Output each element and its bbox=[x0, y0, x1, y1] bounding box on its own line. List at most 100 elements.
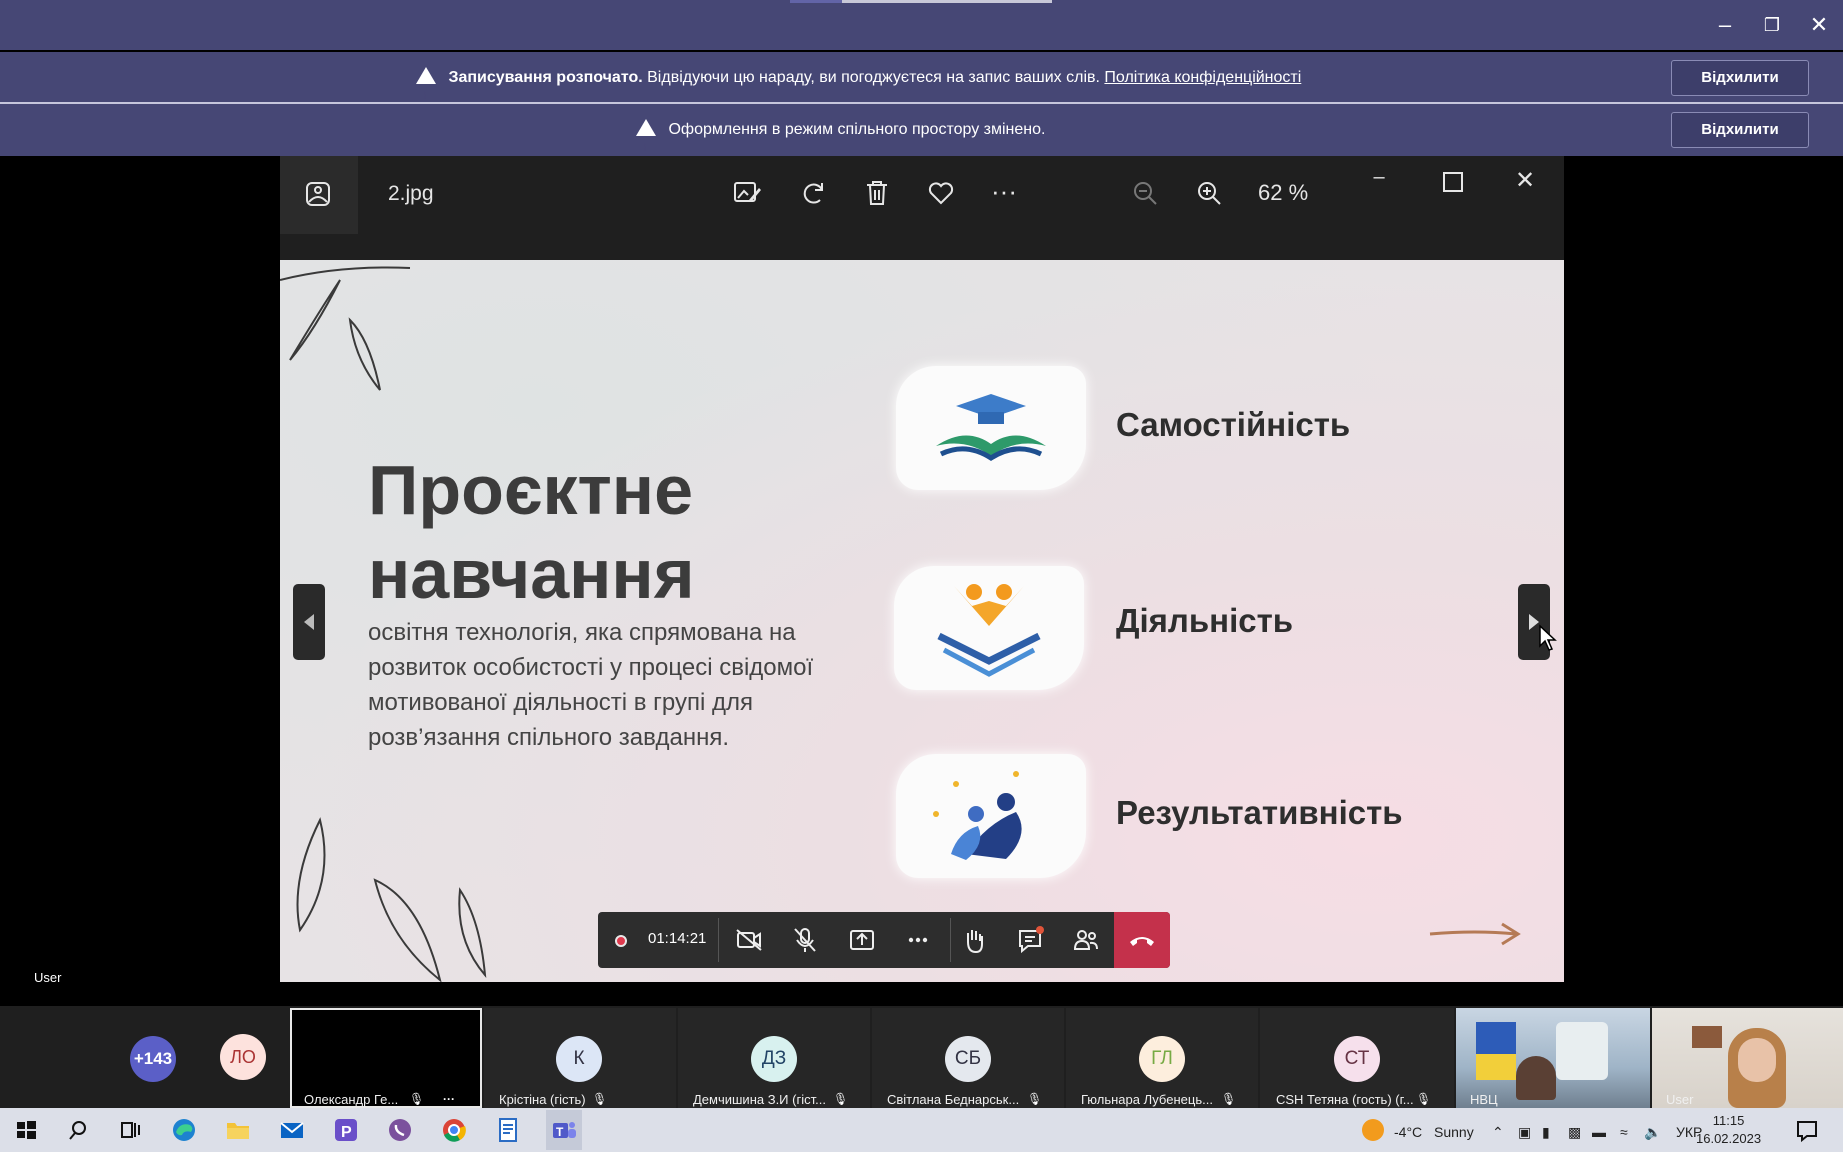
arrow-right-decoration bbox=[1429, 922, 1521, 946]
chevron-up-icon[interactable]: ⌃ bbox=[1492, 1124, 1504, 1141]
camera-toggle-button[interactable] bbox=[729, 922, 769, 958]
app-tray-icon[interactable]: ▩ bbox=[1568, 1124, 1581, 1141]
weather-condition[interactable]: Sunny bbox=[1434, 1124, 1474, 1140]
delete-button[interactable] bbox=[862, 178, 892, 213]
teams-icon[interactable]: T bbox=[550, 1116, 578, 1144]
weather-sun-icon[interactable] bbox=[1362, 1119, 1384, 1141]
rotate-icon bbox=[803, 183, 823, 204]
participant-avatar-lo[interactable]: ЛО bbox=[220, 1034, 266, 1080]
tile-more-button[interactable]: ··· bbox=[443, 1092, 455, 1106]
participant-avatar: СТ bbox=[1334, 1036, 1380, 1082]
graduation-cap-logo bbox=[896, 366, 1086, 490]
recording-banner-text: Відвідуючи цю нараду, ви погоджуєтеся на… bbox=[647, 69, 1100, 86]
edit-image-button[interactable] bbox=[732, 178, 762, 213]
participant-avatar: СБ bbox=[945, 1036, 991, 1082]
more-options-button[interactable]: ··· bbox=[986, 176, 1022, 207]
wifi-icon[interactable]: ≈ bbox=[1620, 1124, 1628, 1140]
viewer-maximize-button[interactable] bbox=[1443, 172, 1463, 192]
leave-call-button[interactable] bbox=[1114, 912, 1170, 968]
clock-time: 11:15 bbox=[1712, 1113, 1745, 1128]
chrome-icon[interactable] bbox=[440, 1116, 468, 1144]
participant-name: НВЦ bbox=[1470, 1092, 1498, 1107]
raise-hand-button[interactable] bbox=[954, 922, 994, 958]
notifications-icon[interactable] bbox=[1793, 1116, 1821, 1144]
windows-start-icon[interactable] bbox=[12, 1116, 40, 1144]
emblem-poster bbox=[1556, 1022, 1608, 1080]
chat-button[interactable] bbox=[1010, 922, 1050, 958]
dismiss-layout-banner-button[interactable]: Відхилити bbox=[1671, 112, 1809, 148]
privacy-policy-link[interactable]: Політика конфіденційності bbox=[1104, 69, 1301, 86]
microphone-toggle-button[interactable] bbox=[785, 922, 825, 958]
activity-icon bbox=[937, 584, 1041, 677]
zoom-in-icon bbox=[1198, 182, 1221, 205]
viewer-minimize-button[interactable]: – bbox=[1364, 166, 1394, 189]
svg-text:T: T bbox=[556, 1125, 564, 1139]
document-app-icon[interactable] bbox=[494, 1116, 522, 1144]
feature-label-3: Результативність bbox=[1116, 794, 1403, 831]
previous-image-button[interactable] bbox=[293, 584, 325, 660]
restore-window-button[interactable]: ❐ bbox=[1750, 8, 1794, 42]
participant-face bbox=[1738, 1038, 1776, 1082]
search-icon[interactable] bbox=[64, 1116, 92, 1144]
viber-icon[interactable] bbox=[386, 1116, 414, 1144]
share-content-button[interactable] bbox=[842, 922, 882, 958]
participant-name: Крістіна (гість) bbox=[499, 1092, 586, 1107]
viewer-close-button[interactable]: ✕ bbox=[1510, 166, 1540, 195]
trash-icon bbox=[867, 181, 887, 205]
file-explorer-icon[interactable] bbox=[224, 1116, 252, 1144]
svg-text:P: P bbox=[341, 1124, 352, 1141]
close-window-button[interactable]: ✕ bbox=[1797, 8, 1841, 42]
participant-name: Демчишина З.И (гіст... bbox=[693, 1092, 826, 1107]
call-timer: 01:14:21 bbox=[648, 930, 707, 947]
mail-icon[interactable] bbox=[278, 1116, 306, 1144]
app-p-icon[interactable]: P bbox=[332, 1116, 360, 1144]
slide-image: Проєктне навчання освітня технологія, як… bbox=[280, 260, 1564, 982]
favorite-button[interactable] bbox=[926, 178, 956, 213]
participant-avatar: ГЛ bbox=[1139, 1036, 1185, 1082]
warning-icon bbox=[636, 119, 656, 173]
rotate-button[interactable] bbox=[798, 178, 828, 213]
mouse-cursor bbox=[1539, 624, 1557, 651]
mic-off-icon: 🎙 bbox=[1416, 1092, 1432, 1106]
battery-icon[interactable]: ▬ bbox=[1592, 1124, 1606, 1140]
leaf-decoration-top bbox=[280, 266, 411, 391]
participants-button[interactable] bbox=[1066, 922, 1106, 958]
dismiss-recording-banner-button[interactable]: Відхилити bbox=[1671, 60, 1809, 96]
edge-browser-icon[interactable] bbox=[170, 1116, 198, 1144]
ellipsis-icon bbox=[908, 937, 928, 943]
title-progress-fill bbox=[790, 0, 842, 3]
results-logo bbox=[896, 754, 1086, 878]
hang-up-icon bbox=[1130, 937, 1154, 946]
call-bar-divider bbox=[950, 918, 951, 962]
zoom-out-button[interactable] bbox=[1130, 178, 1160, 213]
flag-banner-yellow bbox=[1476, 1054, 1516, 1080]
clock[interactable]: 11:15 16.02.2023 bbox=[1696, 1112, 1761, 1148]
volume-icon[interactable]: 🔈 bbox=[1644, 1124, 1661, 1141]
clock-date: 16.02.2023 bbox=[1696, 1131, 1762, 1146]
slide-title-line2: навчання bbox=[368, 535, 695, 613]
more-participants-button[interactable]: +143 bbox=[130, 1036, 176, 1082]
edit-image-icon bbox=[734, 182, 761, 202]
call-bar-divider bbox=[718, 918, 719, 962]
zoom-level[interactable]: 62 % bbox=[1258, 180, 1308, 206]
mic-off-icon: 🎙 bbox=[833, 1092, 849, 1106]
file-name: 2.jpg bbox=[388, 182, 434, 205]
more-actions-button[interactable] bbox=[898, 922, 938, 958]
participant-avatar: ДЗ bbox=[751, 1036, 797, 1082]
zoom-in-button[interactable] bbox=[1194, 178, 1224, 213]
activity-logo bbox=[894, 566, 1084, 690]
mic-off-icon: 🎙 bbox=[1221, 1092, 1237, 1106]
meet-now-icon[interactable]: ▣ bbox=[1518, 1124, 1531, 1141]
task-view-icon[interactable] bbox=[116, 1116, 144, 1144]
participant-name: User bbox=[1666, 1092, 1694, 1107]
feature-label-2: Діяльність bbox=[1116, 602, 1294, 639]
microphone-tray-icon[interactable]: ▮ bbox=[1542, 1124, 1550, 1141]
minimize-window-button[interactable]: – bbox=[1703, 8, 1747, 42]
gallery-button[interactable] bbox=[280, 156, 358, 234]
weather-temperature[interactable]: -4°C bbox=[1394, 1124, 1422, 1140]
people-icon bbox=[1073, 930, 1098, 950]
recording-banner: Записування розпочато. Відвідуючи цю нар… bbox=[0, 52, 1843, 121]
mic-off-icon bbox=[794, 928, 816, 952]
participant-name: CSH Тетяна (гость) (г... bbox=[1276, 1092, 1414, 1107]
mic-off-icon: 🎙 bbox=[592, 1092, 608, 1106]
